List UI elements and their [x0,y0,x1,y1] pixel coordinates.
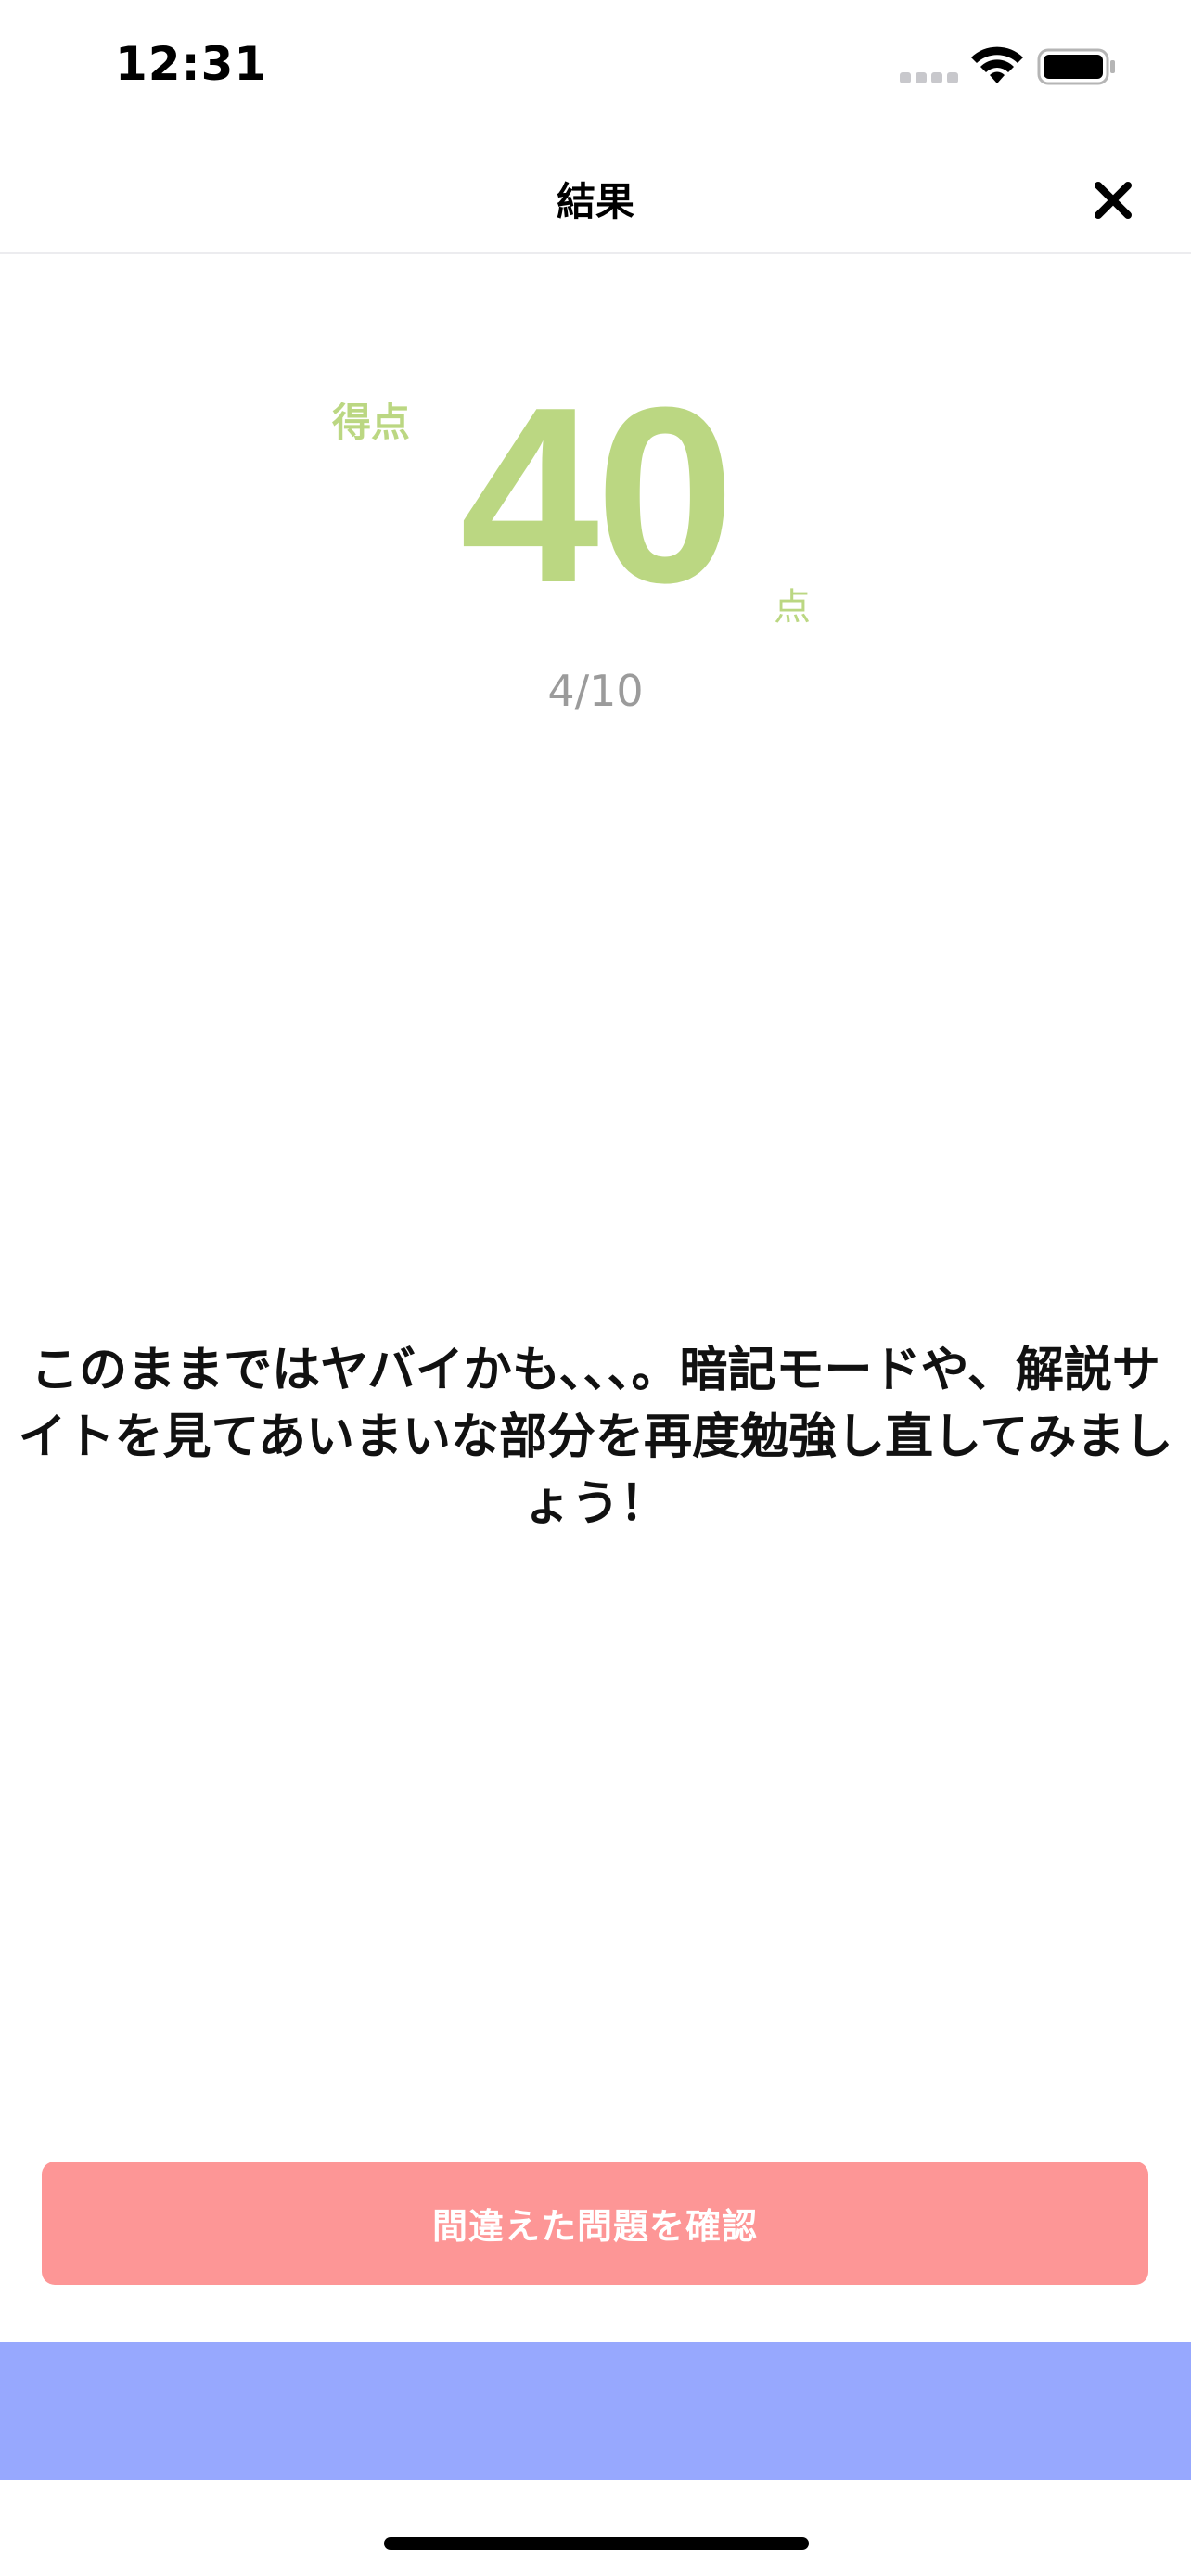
cellular-signal-icon [900,72,959,83]
feedback-message: このままではヤバイかも、、、。暗記モードや、解説サイトを見てあいまいな部分を再度… [18,1343,1173,1532]
score-value: 40 [459,356,735,635]
battery-icon [1037,48,1115,85]
review-mistakes-button[interactable]: 間違えた問題を確認 [42,2162,1148,2285]
wifi-icon [971,46,1023,83]
review-mistakes-label: 間違えた問題を確認 [431,2206,758,2247]
home-indicator[interactable] [384,2537,809,2550]
close-icon[interactable] [1085,172,1141,228]
score-display: 得点 40 点 4/10 [0,334,1191,760]
navigation-bar: 結果 [0,130,1191,254]
status-time: 12:31 [115,37,268,91]
status-bar: 12:31 [0,0,1191,130]
page-title: 結果 [556,179,634,224]
score-unit: 点 [774,586,811,629]
correct-count: 4/10 [547,666,644,716]
bottom-banner [0,2342,1191,2480]
